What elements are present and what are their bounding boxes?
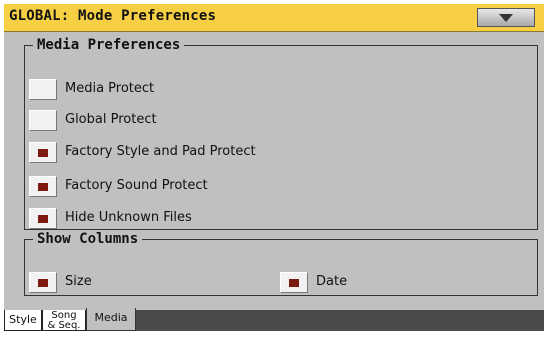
media-protect-checkbox[interactable] — [29, 79, 57, 100]
tab-style[interactable]: Style — [4, 310, 42, 331]
show-columns-group: Show Columns Size Date — [24, 232, 538, 296]
check-mark — [289, 279, 299, 287]
factory-sound-protect-label: Factory Sound Protect — [65, 178, 208, 193]
tab-song-seq-label-line2: & Seq. — [47, 320, 81, 331]
hide-unknown-files-label: Hide Unknown Files — [65, 210, 192, 225]
global-protect-label: Global Protect — [65, 112, 157, 127]
factory-style-pad-protect-checkbox[interactable] — [29, 142, 57, 163]
page-title: GLOBAL: Mode Preferences — [9, 8, 217, 24]
media-preferences-legend: Media Preferences — [37, 37, 181, 53]
size-column-checkbox[interactable] — [29, 272, 57, 293]
media-protect-label: Media Protect — [65, 81, 155, 96]
global-protect-checkbox[interactable] — [29, 110, 57, 131]
page-menu-button[interactable] — [477, 8, 535, 27]
check-mark — [38, 183, 48, 191]
mode-preferences-screen: GLOBAL: Mode Preferences Media Preferenc… — [4, 4, 544, 331]
check-mark — [38, 279, 48, 287]
tab-media-label: Media — [94, 311, 128, 324]
tab-style-label: Style — [9, 313, 37, 326]
tab-media[interactable]: Media — [86, 308, 136, 331]
date-column-label: Date — [316, 274, 348, 289]
show-columns-legend: Show Columns — [37, 231, 139, 247]
check-mark — [38, 215, 48, 223]
hide-unknown-files-checkbox[interactable] — [29, 208, 57, 229]
factory-sound-protect-checkbox[interactable] — [29, 176, 57, 197]
media-preferences-group: Media Preferences Media Protect Global P… — [24, 38, 538, 230]
tab-song-seq[interactable]: Song & Seq. — [42, 310, 86, 331]
size-column-label: Size — [65, 274, 92, 289]
triangle-down-icon — [499, 14, 513, 22]
page-tab-bar: Style Song & Seq. Media — [4, 308, 544, 331]
title-bar: GLOBAL: Mode Preferences — [4, 4, 544, 32]
factory-style-pad-protect-label: Factory Style and Pad Protect — [65, 144, 256, 159]
date-column-checkbox[interactable] — [280, 272, 308, 293]
check-mark — [38, 149, 48, 157]
tab-song-seq-label-line1: Song — [51, 310, 77, 321]
